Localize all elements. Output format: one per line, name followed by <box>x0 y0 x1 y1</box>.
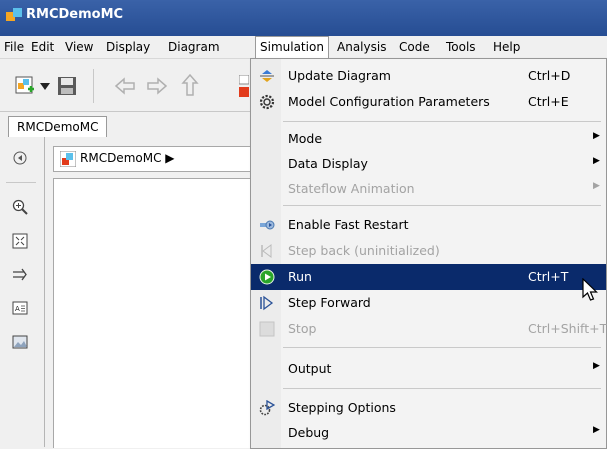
submenu-arrow-icon: ▶ <box>593 361 600 371</box>
submenu-arrow-icon: ▶ <box>593 131 600 141</box>
stepping-options-label: Stepping Options <box>288 400 396 415</box>
image-icon[interactable] <box>12 334 28 350</box>
menu-bar: File Edit View Display Diagram Simulatio… <box>0 36 607 59</box>
tab-model[interactable]: RMCDemoMC <box>8 116 108 138</box>
update-diagram-shortcut: Ctrl+D <box>528 68 571 83</box>
window-title: RMCDemoMC <box>26 7 124 22</box>
menu-item-enable-fast-restart[interactable]: Enable Fast Restart <box>251 212 606 238</box>
gear-icon <box>259 94 275 110</box>
menu-separator <box>283 121 601 122</box>
model-config-shortcut: Ctrl+E <box>528 94 569 109</box>
breadcrumb[interactable]: RMCDemoMC ▶ <box>80 151 175 165</box>
menu-item-stateflow-animation: Stateflow Animation ▶ <box>251 176 606 202</box>
menu-item-model-configuration[interactable]: Model Configuration Parameters Ctrl+E <box>251 89 606 115</box>
menu-item-data-display[interactable]: Data Display ▶ <box>251 151 606 177</box>
library-browser-icon[interactable] <box>239 75 249 97</box>
dropdown-arrow-icon[interactable] <box>40 83 50 91</box>
menu-item-step-forward[interactable]: Step Forward <box>251 290 606 316</box>
menu-tools[interactable]: Tools <box>446 39 476 55</box>
simulink-app-icon <box>6 8 22 21</box>
menu-separator <box>283 205 601 206</box>
fast-restart-label: Enable Fast Restart <box>288 217 409 232</box>
menu-view[interactable]: View <box>65 39 93 55</box>
submenu-arrow-icon: ▶ <box>593 156 600 166</box>
fit-to-view-icon[interactable] <box>12 233 28 249</box>
forward-arrow-icon[interactable] <box>146 77 168 95</box>
stop-label: Stop <box>288 321 317 336</box>
zoom-icon[interactable] <box>12 199 28 215</box>
run-icon <box>259 269 275 285</box>
step-back-icon <box>261 244 272 258</box>
new-model-icon[interactable] <box>14 75 36 97</box>
submenu-arrow-icon: ▶ <box>593 181 600 191</box>
menu-diagram[interactable]: Diagram <box>168 39 220 55</box>
menu-simulation[interactable]: Simulation <box>255 36 329 58</box>
menu-item-stepping-options[interactable]: Stepping Options <box>251 395 606 421</box>
data-display-label: Data Display <box>288 156 368 171</box>
model-config-label: Model Configuration Parameters <box>288 94 490 109</box>
simulation-menu: Update Diagram Ctrl+D Model Configuratio… <box>250 58 607 449</box>
left-palette: A <box>0 137 45 447</box>
menu-item-mode[interactable]: Mode ▶ <box>251 126 606 152</box>
run-label: Run <box>288 269 312 284</box>
hide-explorer-icon[interactable] <box>12 150 28 166</box>
step-forward-icon <box>260 295 274 311</box>
menu-item-step-back: Step back (uninitialized) <box>251 238 606 264</box>
menu-code[interactable]: Code <box>399 39 430 55</box>
back-arrow-icon[interactable] <box>114 77 136 95</box>
save-icon[interactable] <box>56 75 78 97</box>
menu-file[interactable]: File <box>4 39 24 55</box>
palette-divider <box>6 182 36 183</box>
debug-label: Debug <box>288 425 330 440</box>
menu-analysis[interactable]: Analysis <box>337 39 386 55</box>
menu-help[interactable]: Help <box>493 39 520 55</box>
menu-display[interactable]: Display <box>106 39 150 55</box>
model-icon <box>60 151 76 167</box>
menu-item-output[interactable]: Output ▶ <box>251 356 606 382</box>
update-diagram-icon <box>260 70 274 82</box>
run-shortcut: Ctrl+T <box>528 269 569 284</box>
menu-item-run[interactable]: Run Ctrl+T <box>251 264 606 290</box>
step-back-label: Step back (uninitialized) <box>288 243 440 258</box>
svg-text:A: A <box>15 305 20 313</box>
stepping-options-icon <box>259 400 275 416</box>
update-diagram-label: Update Diagram <box>288 68 391 83</box>
menu-item-debug[interactable]: Debug ▶ <box>251 420 606 446</box>
annotation-icon[interactable]: A <box>12 300 28 316</box>
mouse-cursor-icon <box>582 278 598 301</box>
fast-restart-icon <box>260 220 275 230</box>
title-bar: RMCDemoMC <box>0 0 607 36</box>
toolbar-divider <box>93 69 94 103</box>
arrow-right-icon[interactable] <box>12 267 28 283</box>
menu-item-update-diagram[interactable]: Update Diagram Ctrl+D <box>251 63 606 89</box>
menu-separator <box>283 388 601 389</box>
output-label: Output <box>288 361 332 376</box>
stop-icon <box>259 321 275 337</box>
step-forward-label: Step Forward <box>288 295 371 310</box>
menu-item-stop: Stop Ctrl+Shift+T <box>251 316 607 342</box>
menu-separator <box>283 347 601 348</box>
up-arrow-icon[interactable] <box>181 73 199 97</box>
mode-label: Mode <box>288 131 323 146</box>
menu-edit[interactable]: Edit <box>31 39 54 55</box>
stateflow-animation-label: Stateflow Animation <box>288 181 415 196</box>
submenu-arrow-icon: ▶ <box>593 425 600 435</box>
stop-shortcut: Ctrl+Shift+T <box>528 321 607 336</box>
